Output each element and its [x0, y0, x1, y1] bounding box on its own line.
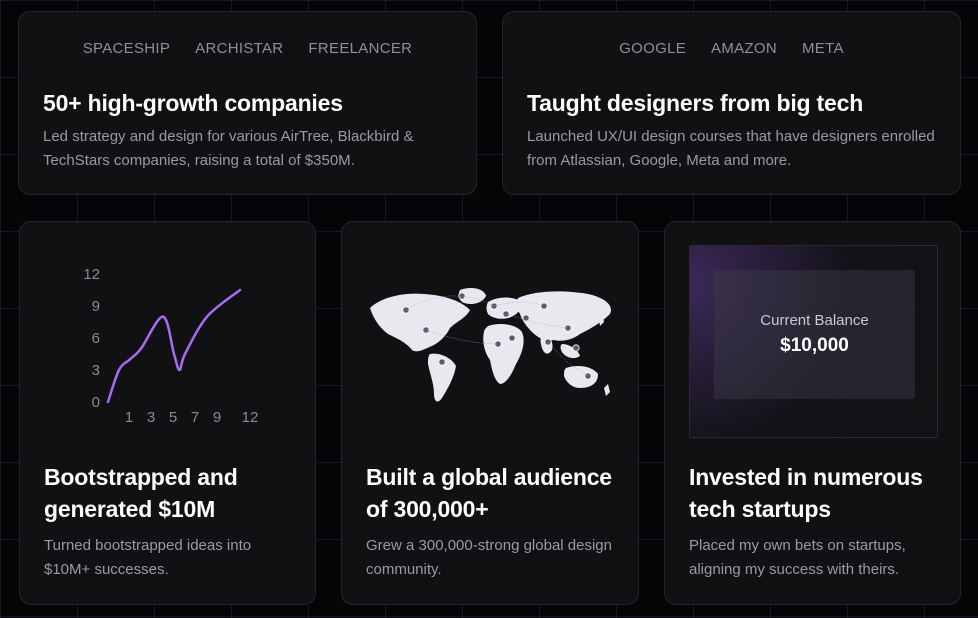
continent-north-america [370, 293, 470, 352]
balance-widget: Current Balance $10,000 [689, 245, 938, 438]
logo-spaceship: SPACESHIP [82, 40, 171, 57]
map-pin-icon [584, 372, 592, 380]
companies-title: 50+ high-growth companies [43, 90, 343, 116]
big-tech-title: Taught designers from big tech [527, 90, 864, 116]
invested-description: Placed my own bets on startups, aligning… [689, 537, 906, 578]
audience-description: Grew a 300,000-strong global design comm… [366, 537, 612, 578]
map-pin-icon [508, 334, 516, 342]
map-pin-icon [490, 302, 498, 310]
map-pin-icon [494, 340, 502, 348]
logo-meta: META [802, 40, 844, 57]
x-tick-label: 1 [125, 409, 133, 426]
companies-description: Led strategy and design for various AirT… [43, 128, 414, 169]
x-tick-label: 5 [169, 409, 177, 426]
bootstrapped-title: Bootstrapped and generated $10M [44, 464, 238, 522]
continent-africa [483, 324, 524, 384]
x-tick-label: 3 [147, 409, 155, 426]
map-pin-icon [572, 344, 580, 352]
y-tick-label: 6 [92, 330, 100, 347]
invested-card: Current Balance $10,000 Invested in nume… [664, 221, 961, 605]
map-pin-icon [438, 358, 446, 366]
logo-google: GOOGLE [619, 40, 687, 57]
map-pin-icon [522, 314, 530, 322]
y-tick-label: 9 [92, 298, 100, 315]
x-tick-label: 12 [242, 409, 259, 426]
balance-label: Current Balance [760, 312, 869, 329]
big-tech-description: Launched UX/UI design courses that have … [527, 128, 935, 169]
logo-archistar: ARCHISTAR [195, 40, 284, 57]
invested-title: Invested in numerous tech startups [689, 464, 923, 522]
y-tick-label: 3 [92, 362, 100, 379]
x-tick-label: 9 [213, 409, 221, 426]
map-pin-icon [458, 292, 466, 300]
y-tick-label: 0 [92, 394, 100, 411]
world-map-image [370, 288, 612, 402]
continent-asia [516, 291, 612, 341]
logo-amazon: AMAZON [711, 40, 778, 57]
map-pin-icon [540, 302, 548, 310]
balance-panel: Current Balance $10,000 [714, 270, 915, 399]
big-tech-logos: GOOGLE AMAZON META [503, 40, 960, 57]
balance-value: $10,000 [780, 335, 849, 356]
logo-freelancer: FREELANCER [308, 40, 413, 57]
bootstrapped-card: 0 3 6 9 12 1 3 5 7 9 12 Bootstrapped and generated… [19, 221, 316, 605]
big-tech-card: GOOGLE AMAZON META Taught designers from… [502, 11, 961, 195]
audience-card: Built a global audience of 300,000+ Grew… [341, 221, 639, 605]
companies-card: SPACESHIP ARCHISTAR FREELANCER 50+ high-… [18, 11, 477, 195]
audience-title: Built a global audience of 300,000+ [366, 464, 612, 522]
x-tick-label: 7 [191, 409, 199, 426]
client-logos: SPACESHIP ARCHISTAR FREELANCER [19, 40, 476, 57]
new-zealand [604, 384, 610, 396]
growth-series-line [106, 288, 242, 404]
continent-australia [564, 366, 598, 388]
y-tick-label: 12 [83, 266, 100, 283]
bootstrapped-description: Turned bootstrapped ideas into $10M+ suc… [44, 537, 252, 578]
growth-line-chart: 0369121 3 5 7 9 12 [83, 266, 259, 426]
